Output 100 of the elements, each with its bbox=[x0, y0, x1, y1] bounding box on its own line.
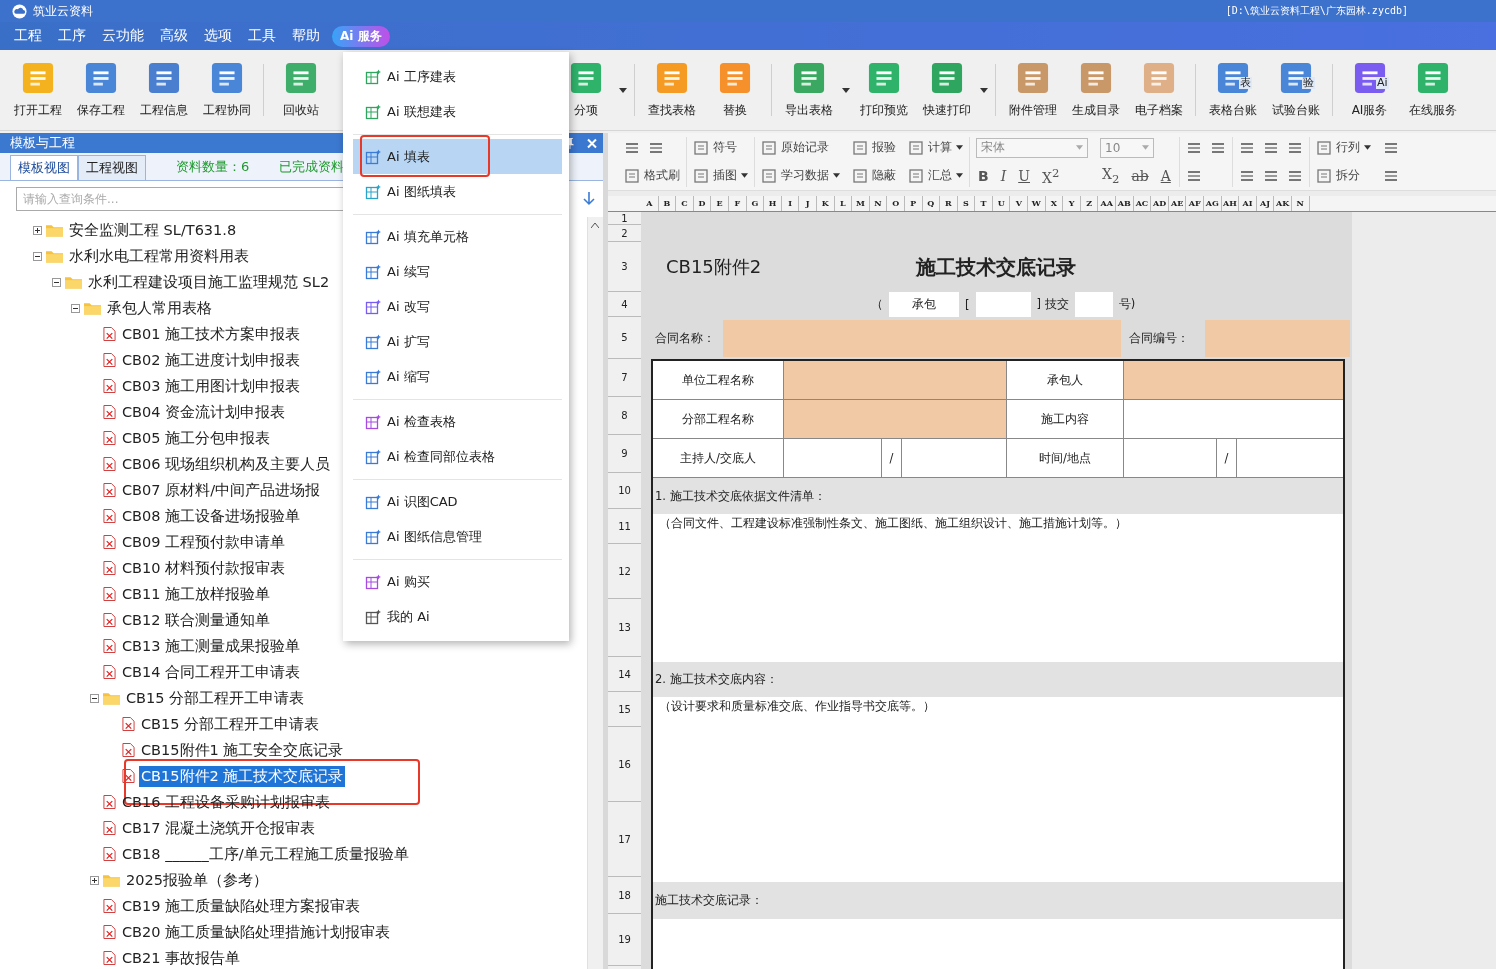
text-style-button[interactable]: U bbox=[1016, 167, 1032, 184]
toolbar-button[interactable]: 导出表格 bbox=[777, 53, 840, 127]
column-header[interactable]: C bbox=[676, 196, 694, 211]
toolbar-button[interactable]: 电子档案 bbox=[1127, 53, 1190, 127]
column-header[interactable]: B bbox=[658, 196, 677, 211]
dropdown-item[interactable]: Ai 缩写 bbox=[353, 359, 562, 394]
column-header[interactable]: K bbox=[816, 196, 835, 211]
menu-item[interactable]: 工序 bbox=[50, 27, 94, 45]
contract-input-cell[interactable] bbox=[1205, 319, 1350, 357]
text-style-button[interactable]: A bbox=[1158, 167, 1173, 184]
unit-cell[interactable]: 承包 bbox=[889, 292, 959, 317]
tree-item[interactable]: CB07 原材料/中间产品进场报 bbox=[120, 479, 323, 501]
tree-item[interactable]: CB19 施工质量缺陷处理方案报审表 bbox=[120, 895, 363, 917]
view-tab[interactable]: 模板视图 bbox=[10, 155, 78, 180]
column-header[interactable]: AG bbox=[1204, 196, 1222, 211]
text-style-button[interactable]: I bbox=[998, 167, 1009, 184]
column-header[interactable]: AI bbox=[1239, 196, 1257, 211]
tree-item[interactable]: 水利水电工程常用资料用表 bbox=[67, 245, 251, 267]
menu-item[interactable]: 云功能 bbox=[94, 27, 152, 45]
tree-item[interactable]: CB04 资金流计划申报表 bbox=[120, 401, 288, 423]
tree-item[interactable]: CB05 施工分包申报表 bbox=[120, 427, 273, 449]
column-header[interactable]: T bbox=[975, 196, 993, 211]
ai-service-menu[interactable]: Ai 服务 bbox=[332, 25, 390, 47]
tree-item[interactable]: 2025报验单（参考） bbox=[124, 869, 270, 891]
toolbar-button[interactable]: 生成目录 bbox=[1064, 53, 1127, 127]
format-tool-button[interactable]: 汇总 bbox=[908, 167, 963, 184]
tree-item[interactable]: CB11 施工放样报验单 bbox=[120, 583, 273, 605]
format-tool-button[interactable]: 原始记录 bbox=[761, 139, 829, 156]
text-style-button[interactable]: X$_{2}$ bbox=[1100, 165, 1122, 186]
toolbar-button[interactable]: 快速打印 bbox=[915, 53, 978, 127]
column-header[interactable]: E bbox=[711, 196, 729, 211]
text-style-button[interactable]: ab bbox=[1129, 167, 1151, 184]
caret-icon[interactable] bbox=[619, 87, 627, 93]
column-header[interactable]: I bbox=[781, 196, 800, 211]
tree-item[interactable]: CB09 工程预付款申请单 bbox=[120, 531, 288, 553]
format-tool-button[interactable]: 插图 bbox=[693, 167, 748, 184]
expander-icon[interactable] bbox=[71, 303, 80, 313]
tree-item[interactable]: CB06 现场组织机构及主要人员 bbox=[120, 453, 333, 475]
toolbar-button[interactable]: 表 表格台账 bbox=[1201, 53, 1264, 127]
column-header[interactable]: U bbox=[992, 196, 1011, 211]
column-header[interactable]: X bbox=[1045, 196, 1064, 211]
expander-icon[interactable] bbox=[90, 875, 99, 885]
toolbar-button[interactable]: 在线服务 bbox=[1401, 53, 1464, 127]
column-header[interactable]: M bbox=[852, 196, 870, 211]
toolbar-button[interactable]: 打开工程 bbox=[6, 53, 69, 127]
column-header[interactable]: L bbox=[834, 196, 853, 211]
tree-item[interactable]: CB20 施工质量缺陷处理措施计划报审表 bbox=[120, 921, 393, 943]
format-tool-button[interactable]: 计算 bbox=[908, 139, 963, 156]
column-header[interactable]: O bbox=[887, 196, 905, 211]
column-header[interactable]: AJ bbox=[1256, 196, 1275, 211]
caret-icon[interactable] bbox=[842, 87, 850, 93]
dropdown-item[interactable]: 我的 Ai bbox=[353, 599, 562, 634]
column-header[interactable]: P bbox=[904, 196, 923, 211]
column-header[interactable]: AK bbox=[1274, 196, 1292, 211]
format-tool-button[interactable]: 隐蔽 bbox=[852, 167, 896, 184]
column-header[interactable]: Q bbox=[922, 196, 941, 211]
tree-item[interactable]: CB15附件1 施工安全交底记录 bbox=[139, 739, 346, 761]
expander-icon[interactable] bbox=[33, 225, 42, 235]
column-header[interactable]: AC bbox=[1133, 196, 1152, 211]
menu-item[interactable]: 工具 bbox=[240, 27, 284, 45]
tree-item[interactable]: 安全监测工程 SL/T631.8 bbox=[67, 219, 239, 241]
tree-item[interactable]: CB18 ______工序/单元工程施工质量报验单 bbox=[120, 843, 411, 865]
down-arrow-icon[interactable] bbox=[583, 192, 595, 206]
view-tab[interactable]: 工程视图 bbox=[78, 155, 146, 180]
menu-item[interactable]: 选项 bbox=[196, 27, 240, 45]
tree-item[interactable]: CB15 分部工程开工申请表 bbox=[139, 713, 322, 735]
column-header[interactable]: G bbox=[746, 196, 765, 211]
column-header[interactable]: AB bbox=[1116, 196, 1134, 211]
format-tool-button[interactable]: 学习数据 bbox=[761, 167, 840, 184]
format-tool-button[interactable]: 行列 bbox=[1315, 139, 1371, 156]
tree-item[interactable]: 水利工程建设项目施工监理规范 SL2 bbox=[86, 271, 332, 293]
expander-icon[interactable] bbox=[90, 693, 99, 703]
menu-item[interactable]: 工程 bbox=[6, 27, 50, 45]
expander-icon[interactable] bbox=[33, 251, 42, 261]
column-header[interactable]: AA bbox=[1098, 196, 1117, 211]
tree-item[interactable]: CB13 施工测量成果报验单 bbox=[120, 635, 303, 657]
column-header[interactable]: Z bbox=[1080, 196, 1099, 211]
column-header[interactable]: AH bbox=[1221, 196, 1240, 211]
toolbar-button[interactable]: 验 试验台账 bbox=[1264, 53, 1327, 127]
expander-icon[interactable] bbox=[52, 277, 61, 287]
tree-item[interactable]: CB03 施工用图计划申报表 bbox=[120, 375, 303, 397]
text-style-button[interactable]: B bbox=[976, 167, 991, 184]
caret-icon[interactable] bbox=[980, 87, 988, 93]
toolbar-button[interactable]: 工程协同 bbox=[195, 53, 258, 127]
dropdown-item[interactable]: Ai 图纸信息管理 bbox=[353, 519, 562, 554]
scrollbar[interactable] bbox=[587, 217, 603, 969]
dropdown-item[interactable]: Ai 续写 bbox=[353, 254, 562, 289]
column-header[interactable]: AD bbox=[1151, 196, 1169, 211]
tree-item[interactable]: CB14 合同工程开工申请表 bbox=[120, 661, 303, 683]
format-tool-button[interactable]: 格式刷 bbox=[624, 167, 680, 184]
menu-item[interactable]: 帮助 bbox=[284, 27, 328, 45]
toolbar-button[interactable]: 打印预览 bbox=[852, 53, 915, 127]
dropdown-item[interactable]: Ai 联想建表 bbox=[353, 94, 562, 129]
font-family-select[interactable]: 宋体 bbox=[976, 137, 1088, 158]
column-header[interactable]: AE bbox=[1168, 196, 1187, 211]
tree-item[interactable]: CB15附件2 施工技术交底记录 bbox=[139, 765, 346, 787]
column-header[interactable]: H bbox=[764, 196, 782, 211]
column-header[interactable]: J bbox=[799, 196, 817, 211]
close-icon[interactable] bbox=[587, 137, 597, 149]
column-header[interactable]: A bbox=[641, 196, 659, 211]
